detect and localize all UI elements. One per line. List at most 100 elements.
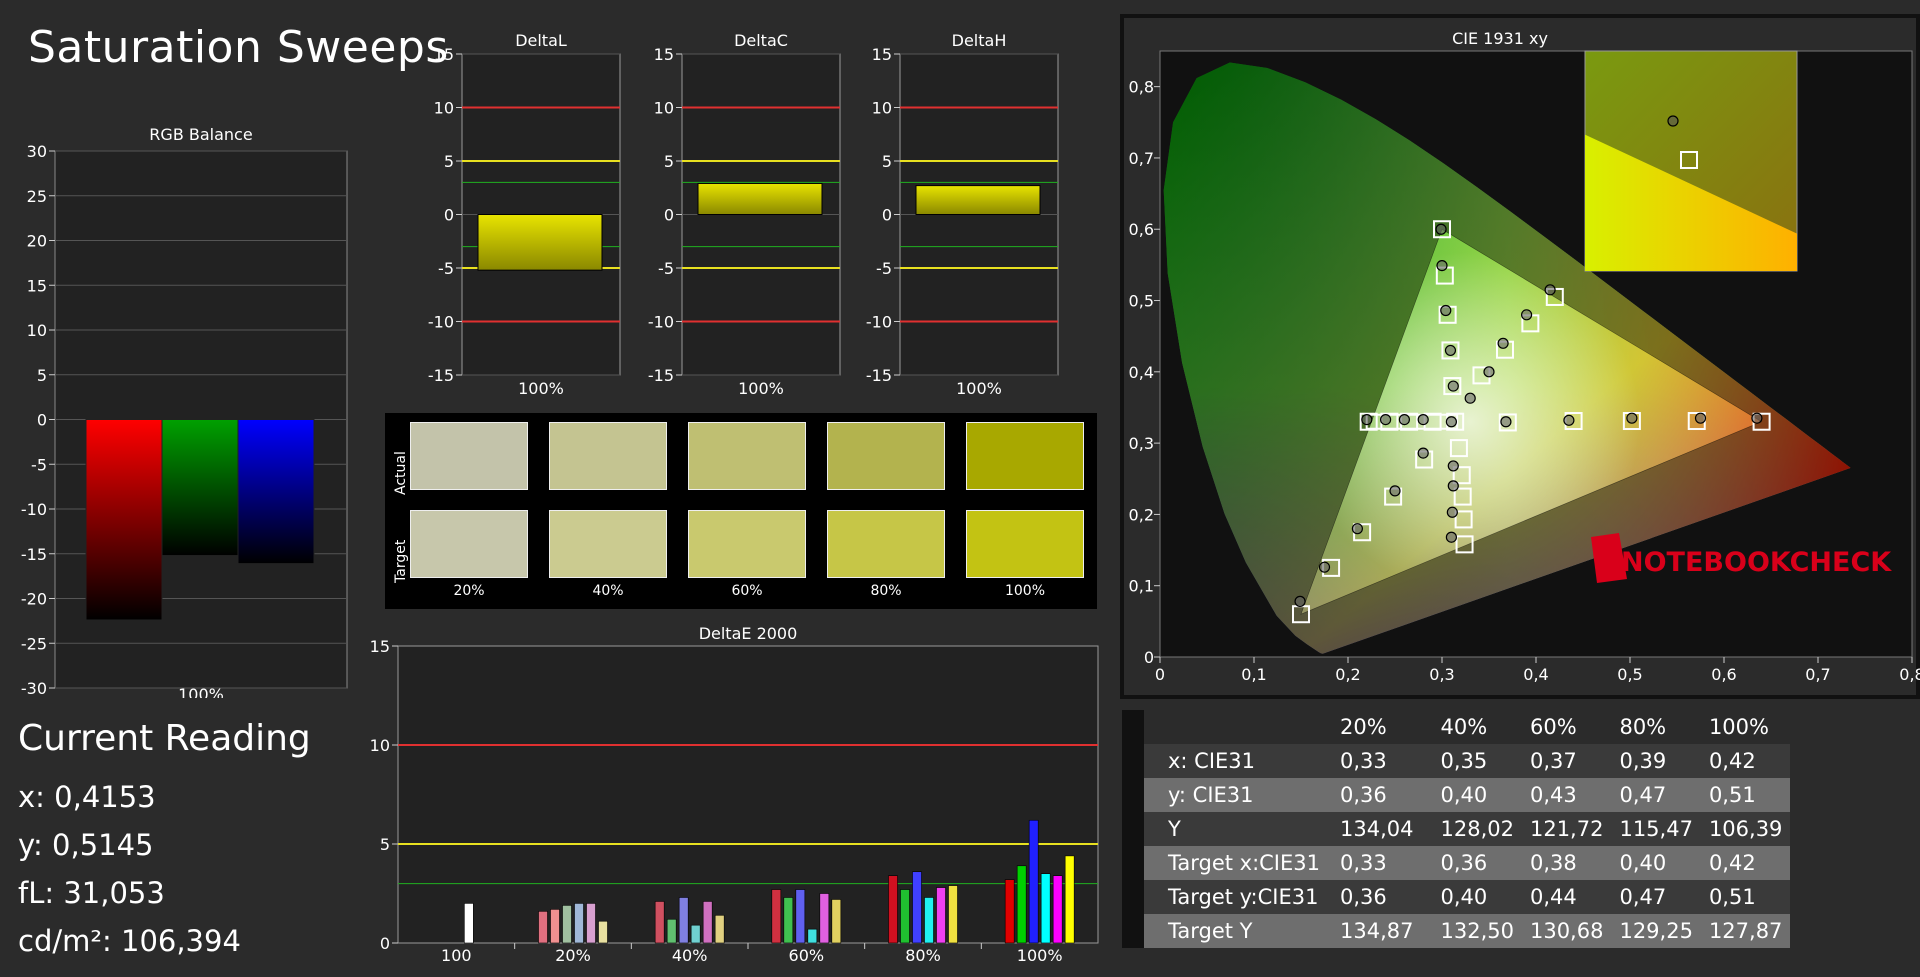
cie-xtick-label: 0,5 bbox=[1617, 665, 1642, 684]
cie-ytick-label: 0,6 bbox=[1129, 220, 1154, 239]
deltae-bar bbox=[807, 928, 818, 944]
deltae-bar bbox=[586, 903, 596, 944]
rgb-ytick-label: 10 bbox=[27, 321, 47, 340]
deltac-chart: DeltaC 15 10 5 0 -5 -10 -15 100% bbox=[648, 31, 841, 398]
current-reading-title: Current Reading bbox=[18, 718, 311, 759]
swatch-actual-2 bbox=[549, 422, 667, 490]
swatch-row-label-target: Target bbox=[393, 539, 409, 583]
cie-measured-marker bbox=[1417, 447, 1429, 459]
rgb-ytick-label: 5 bbox=[37, 366, 47, 385]
cie-table-cell: 0,35 bbox=[1432, 744, 1522, 778]
cie-table-cell: 0,40 bbox=[1432, 778, 1522, 812]
deltah-ytick-label: -5 bbox=[876, 259, 892, 278]
deltae-bar bbox=[538, 911, 548, 944]
deltah-chart: DeltaH 15 10 5 0 -5 -10 -15 100% bbox=[866, 31, 1059, 398]
cie-table-cell: 132,50 bbox=[1432, 914, 1522, 948]
cie-table-cell: 0,40 bbox=[1432, 880, 1522, 914]
swatch-actual-1 bbox=[410, 422, 528, 490]
cie-measured-marker bbox=[1445, 531, 1457, 543]
swatch-row-label-actual: Actual bbox=[393, 451, 409, 495]
cie-table-header-cell: 100% bbox=[1700, 710, 1791, 744]
deltac-ytick-label: -10 bbox=[648, 313, 674, 332]
deltah-bar bbox=[915, 185, 1041, 215]
rgb-bar-green bbox=[161, 419, 239, 557]
rgb-ytick-label: 25 bbox=[27, 187, 47, 206]
cie-xtick-label: 0,6 bbox=[1711, 665, 1736, 684]
deltae-ytick-label: 0 bbox=[380, 934, 390, 953]
cie-inset-measured bbox=[1667, 115, 1679, 127]
cie-table-cell: 0,36 bbox=[1332, 880, 1433, 914]
cie-measured-marker bbox=[1398, 413, 1410, 426]
rgb-ytick-label: -20 bbox=[21, 590, 47, 609]
rgb-bar-red bbox=[85, 419, 163, 621]
swatch-step-label: 40% bbox=[592, 583, 624, 599]
cie-table-cell: 134,87 bbox=[1332, 914, 1433, 948]
cie-measured-marker bbox=[1447, 380, 1459, 392]
cie-xtick-label: 0,1 bbox=[1241, 665, 1266, 684]
cie-table-cell: 130,68 bbox=[1521, 914, 1612, 948]
cie-measured-marker bbox=[1440, 304, 1452, 317]
deltae-xtick-label: 40% bbox=[672, 946, 708, 965]
cie-1931-chart: CIE 1931 xy 0 0,1 0,2 0,3 0,4 0,5 0,6 0,7 0,8 0 0,1… bbox=[1120, 14, 1920, 699]
deltac-bar bbox=[697, 182, 823, 216]
deltah-category-label: 100% bbox=[956, 379, 1002, 398]
deltac-ytick-label: -5 bbox=[658, 259, 674, 278]
cie-measured-marker bbox=[1294, 595, 1306, 607]
cie-table-header-cell: 40% bbox=[1432, 710, 1522, 744]
cie-table-cell: 127,87 bbox=[1700, 914, 1791, 948]
deltae-bar bbox=[783, 897, 794, 944]
rgb-ytick-label: -25 bbox=[21, 634, 47, 653]
rgb-ytick-label: 15 bbox=[27, 276, 47, 295]
deltae-bar bbox=[936, 887, 946, 944]
rgb-ytick-label: 0 bbox=[37, 411, 47, 430]
cie-measured-marker bbox=[1751, 412, 1763, 424]
deltae-xtick-label: 100% bbox=[1017, 946, 1063, 965]
cie-table-row: Target Y 134,87 132,50 130,68 129,25 127,87 bbox=[1122, 914, 1791, 948]
cie-measured-marker bbox=[1380, 413, 1392, 426]
rgb-bar-blue bbox=[237, 419, 315, 565]
cie-table-cell: 0,33 bbox=[1332, 846, 1433, 880]
deltae-bar bbox=[654, 901, 665, 944]
cie-measured-marker bbox=[1445, 416, 1457, 428]
deltac-ytick-label: 10 bbox=[654, 99, 674, 118]
deltae-plot-area bbox=[397, 645, 1099, 944]
cie-measured-marker bbox=[1318, 561, 1331, 573]
cie-table-row: Y 134,04 128,02 121,72 115,47 106,39 bbox=[1122, 812, 1791, 846]
cie-table-cell: 0,42 bbox=[1700, 846, 1791, 880]
rgb-ytick-label: 20 bbox=[27, 232, 47, 251]
deltae-bar bbox=[924, 897, 934, 944]
cie-measured-marker bbox=[1521, 309, 1533, 321]
deltae-bar bbox=[574, 903, 584, 944]
swatch-target-2 bbox=[549, 510, 667, 578]
deltae-2000-chart: DeltaE 2000 15 10 5 0 100 20% 40% 60% 80% 100% bbox=[370, 624, 1099, 965]
cie-xtick-label: 0,2 bbox=[1335, 665, 1360, 684]
swatch-step-label: 100% bbox=[1004, 583, 1046, 599]
cie-measured-marker bbox=[1497, 337, 1509, 349]
deltal-ytick-label: 10 bbox=[434, 99, 454, 118]
cie-title: CIE 1931 xy bbox=[1452, 29, 1548, 48]
cie-table-header-cell: 80% bbox=[1611, 710, 1701, 744]
deltae-bar bbox=[702, 901, 713, 944]
deltac-category-label: 100% bbox=[738, 379, 784, 398]
deltae-bar bbox=[1052, 875, 1063, 944]
swatch-step-label: 60% bbox=[731, 583, 763, 599]
cie-table-cell: 134,04 bbox=[1332, 812, 1433, 846]
cie-measured-marker bbox=[1351, 523, 1363, 535]
cie-table-cell: 128,02 bbox=[1432, 812, 1522, 846]
deltae-bar bbox=[666, 918, 677, 944]
deltal-title: DeltaL bbox=[515, 31, 567, 50]
deltae-xtick-label: 80% bbox=[905, 946, 941, 965]
cie-table-cell: 0,37 bbox=[1521, 744, 1612, 778]
deltah-ytick-label: 5 bbox=[882, 152, 892, 171]
cie-measured-marker bbox=[1446, 506, 1458, 518]
deltah-ytick-label: 0 bbox=[882, 206, 892, 225]
swatch-step-label: 80% bbox=[870, 583, 902, 599]
cie-ytick-label: 0,4 bbox=[1129, 363, 1154, 382]
deltae-xtick-label: 20% bbox=[555, 946, 591, 965]
deltae-ytick-label: 10 bbox=[370, 736, 390, 755]
cie-measured-marker bbox=[1500, 416, 1512, 428]
cie-table-row: x: CIE31 0,33 0,35 0,37 0,39 0,42 bbox=[1122, 744, 1791, 778]
cie-measured-marker bbox=[1626, 412, 1638, 424]
cie-table-row: y: CIE31 0,36 0,40 0,43 0,47 0,51 bbox=[1122, 778, 1791, 812]
deltah-title: DeltaH bbox=[952, 31, 1007, 50]
